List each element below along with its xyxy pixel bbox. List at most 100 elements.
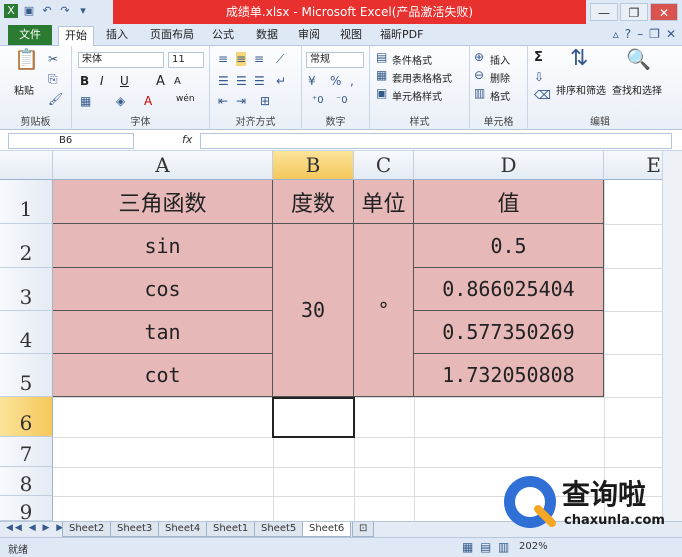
tab-data[interactable]: 数据 <box>250 26 284 46</box>
normal-view-icon[interactable]: ▦ <box>462 540 473 554</box>
underline-button[interactable]: U <box>120 74 129 88</box>
restore-button[interactable]: ❐ <box>620 3 648 21</box>
format-cells-icon[interactable]: ▥ <box>474 86 485 100</box>
italic-button[interactable]: I <box>100 74 104 88</box>
formula-input[interactable] <box>200 133 672 149</box>
merge-center-icon[interactable]: ⊞ <box>260 94 270 108</box>
currency-icon[interactable]: ¥ <box>308 74 316 88</box>
save-icon[interactable]: ▣ <box>22 4 36 18</box>
cell-b2-merged[interactable]: 30 <box>273 224 354 397</box>
cell-styles-icon[interactable]: ▣ <box>376 86 387 100</box>
cell-d4[interactable]: 0.577350269 <box>414 311 604 354</box>
sheet-tab-sheet3[interactable]: Sheet3 <box>110 522 160 537</box>
tab-home[interactable]: 开始 <box>58 26 94 46</box>
row-header-1[interactable]: 1 <box>0 180 53 224</box>
number-format-select[interactable]: 常规 <box>306 52 364 68</box>
cell-c1[interactable]: 单位 <box>354 180 414 224</box>
find-select-button[interactable]: 查找和选择 <box>612 82 662 97</box>
row-header-6[interactable]: 6 <box>0 397 53 437</box>
tab-insert[interactable]: 插入 <box>100 26 134 46</box>
copy-icon[interactable]: ⎘ <box>48 72 58 86</box>
zoom-level[interactable]: 202% <box>519 541 548 552</box>
minimize-button[interactable]: — <box>590 3 618 21</box>
format-cells-button[interactable]: 格式 <box>490 88 510 103</box>
cell-a5[interactable]: cot <box>53 354 273 397</box>
align-bottom-icon[interactable]: ≡ <box>254 52 264 66</box>
delete-cells-icon[interactable]: ⊖ <box>474 68 484 82</box>
customize-qat-icon[interactable]: ▾ <box>76 4 90 18</box>
sheet-tab-sheet6[interactable]: Sheet6 <box>302 522 352 537</box>
cell-d5[interactable]: 1.732050808 <box>414 354 604 397</box>
paste-icon[interactable]: 📋 <box>14 49 39 69</box>
vertical-scrollbar[interactable] <box>662 151 682 521</box>
name-box[interactable]: B6 <box>8 133 134 149</box>
help-icon[interactable]: ? <box>625 27 631 41</box>
wrap-text-icon[interactable]: ↵ <box>276 74 286 88</box>
autosum-button[interactable]: Σ <box>534 50 543 65</box>
column-header-a[interactable]: A <box>53 151 273 180</box>
tab-formulas[interactable]: 公式 <box>206 26 240 46</box>
sheet-tab-sheet4[interactable]: Sheet4 <box>158 522 208 537</box>
row-header-9[interactable]: 9 <box>0 496 53 521</box>
decrease-indent-icon[interactable]: ⇤ <box>218 94 228 108</box>
row-header-8[interactable]: 8 <box>0 467 53 496</box>
align-left-icon[interactable]: ☰ <box>218 74 229 88</box>
find-select-icon[interactable]: 🔍 <box>626 49 651 69</box>
doc-restore-icon[interactable]: ❐ <box>649 27 660 41</box>
format-table-button[interactable]: 套用表格格式 <box>392 70 452 85</box>
comma-icon[interactable]: , <box>350 74 354 88</box>
insert-cells-icon[interactable]: ⊕ <box>474 50 484 64</box>
row-header-4[interactable]: 4 <box>0 311 53 354</box>
column-header-d[interactable]: D <box>414 151 604 180</box>
cell-d2[interactable]: 0.5 <box>414 224 604 268</box>
decrease-decimal-icon[interactable]: ⁻0 <box>336 94 348 108</box>
grow-font-button[interactable]: A <box>156 74 165 89</box>
percent-icon[interactable]: % <box>330 74 341 88</box>
clear-icon[interactable]: ⌫ <box>534 88 551 102</box>
align-top-icon[interactable]: ≡ <box>218 52 228 66</box>
cell-b1[interactable]: 度数 <box>273 180 354 224</box>
page-break-view-icon[interactable]: ▥ <box>498 540 509 554</box>
tab-foxit-pdf[interactable]: 福昕PDF <box>374 26 429 46</box>
selected-cell-b6[interactable] <box>272 397 355 438</box>
increase-indent-icon[interactable]: ⇥ <box>236 94 246 108</box>
format-table-icon[interactable]: ▦ <box>376 68 387 82</box>
cell-c2-merged[interactable]: ° <box>354 224 414 397</box>
sheet-tab-sheet5[interactable]: Sheet5 <box>254 522 304 537</box>
fill-color-icon[interactable]: ◈ <box>116 94 125 108</box>
sort-filter-button[interactable]: 排序和筛选 <box>556 82 606 97</box>
conditional-format-icon[interactable]: ▤ <box>376 50 387 64</box>
format-painter-icon[interactable]: 🖌 <box>48 92 63 106</box>
doc-minimize-icon[interactable]: – <box>637 27 643 41</box>
new-sheet-icon[interactable]: ⊡ <box>352 522 375 537</box>
cell-a4[interactable]: tan <box>53 311 273 354</box>
orientation-icon[interactable]: ⟋ <box>276 52 284 66</box>
tab-page-layout[interactable]: 页面布局 <box>144 26 200 46</box>
page-layout-view-icon[interactable]: ▤ <box>480 540 491 554</box>
phonetic-button[interactable]: wén <box>176 94 195 104</box>
redo-icon[interactable]: ↷ <box>58 4 72 18</box>
cut-icon[interactable]: ✂ <box>48 52 58 66</box>
sort-filter-icon[interactable]: ⇅ <box>570 48 588 70</box>
cell-d1[interactable]: 值 <box>414 180 604 224</box>
cell-a2[interactable]: sin <box>53 224 273 268</box>
excel-app-icon[interactable]: X <box>4 4 18 18</box>
align-right-icon[interactable]: ☰ <box>254 74 265 88</box>
increase-decimal-icon[interactable]: ⁺0 <box>312 94 324 108</box>
align-center-icon[interactable]: ☰ <box>236 74 247 88</box>
paste-button[interactable]: 粘贴 <box>14 82 34 97</box>
bold-button[interactable]: B <box>80 74 89 88</box>
font-color-icon[interactable]: A <box>144 94 152 108</box>
fill-icon[interactable]: ⇩ <box>534 70 544 84</box>
align-middle-icon[interactable]: ≡ <box>236 52 247 66</box>
cell-a1[interactable]: 三角函数 <box>53 180 273 224</box>
border-icon[interactable]: ▦ <box>80 94 91 108</box>
conditional-format-button[interactable]: 条件格式 <box>392 52 432 67</box>
collapse-ribbon-icon[interactable]: ▵ <box>613 27 619 41</box>
sheet-tab-sheet1[interactable]: Sheet1 <box>206 522 256 537</box>
font-size-select[interactable]: 11 <box>168 52 204 68</box>
cell-styles-button[interactable]: 单元格样式 <box>392 88 442 103</box>
column-header-c[interactable]: C <box>354 151 414 180</box>
doc-close-icon[interactable]: ✕ <box>666 27 676 41</box>
close-button[interactable]: ✕ <box>650 3 678 21</box>
